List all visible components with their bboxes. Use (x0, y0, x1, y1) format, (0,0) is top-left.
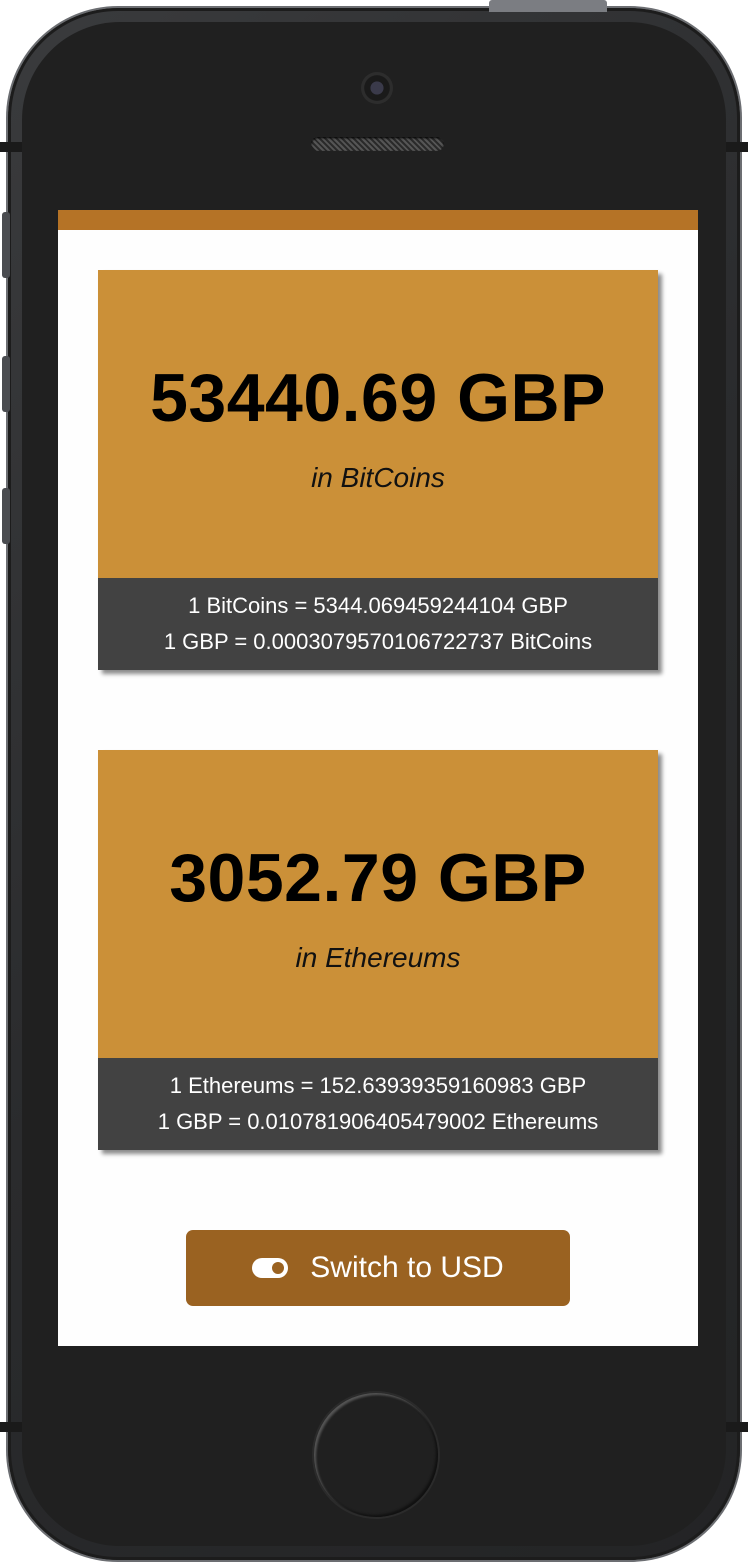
bitcoin-card: 53440.69 GBP in BitCoins 1 BitCoins = 53… (98, 270, 658, 670)
antenna-line-right-bottom (726, 1422, 748, 1432)
antenna-line-left-top (0, 142, 22, 152)
rate-line: 1 BitCoins = 5344.069459244104 GBP (188, 593, 568, 618)
card-main: 3052.79 GBP in Ethereums (98, 750, 658, 1058)
switch-button-label: Switch to USD (310, 1251, 504, 1284)
mute-switch (2, 212, 10, 278)
card-amount: 53440.69 GBP (150, 360, 606, 436)
rate-line: 1 GBP = 0.0003079570106722737 BitCoins (163, 629, 593, 654)
antenna-line-right-top (726, 142, 748, 152)
earpiece-speaker (311, 137, 444, 151)
home-button[interactable] (314, 1393, 438, 1517)
card-subtitle: in BitCoins (311, 462, 445, 493)
ethereum-card: 3052.79 GBP in Ethereums 1 Ethereums = 1… (98, 750, 658, 1150)
card-subtitle: in Ethereums (295, 942, 461, 973)
volume-down-button (2, 488, 10, 544)
card-rates: 1 BitCoins = 5344.069459244104 GBP 1 GBP… (98, 578, 658, 670)
front-camera (361, 72, 393, 104)
toggle-on-icon (252, 1258, 289, 1278)
antenna-line-left-bottom (0, 1422, 22, 1432)
rate-line: 1 Ethereums = 152.63939359160983 GBP (169, 1073, 587, 1098)
switch-currency-button[interactable]: Switch to USD (186, 1230, 570, 1306)
volume-up-button (2, 356, 10, 412)
card-main: 53440.69 GBP in BitCoins (98, 270, 658, 578)
app-screen: 53440.69 GBP in BitCoins 1 BitCoins = 53… (58, 210, 698, 1346)
accent-top-bar (58, 210, 698, 230)
card-amount: 3052.79 GBP (169, 840, 587, 916)
power-button (489, 0, 607, 12)
rate-line: 1 GBP = 0.010781906405479002 Ethereums (157, 1109, 599, 1134)
card-rates: 1 Ethereums = 152.63939359160983 GBP 1 G… (98, 1058, 658, 1150)
